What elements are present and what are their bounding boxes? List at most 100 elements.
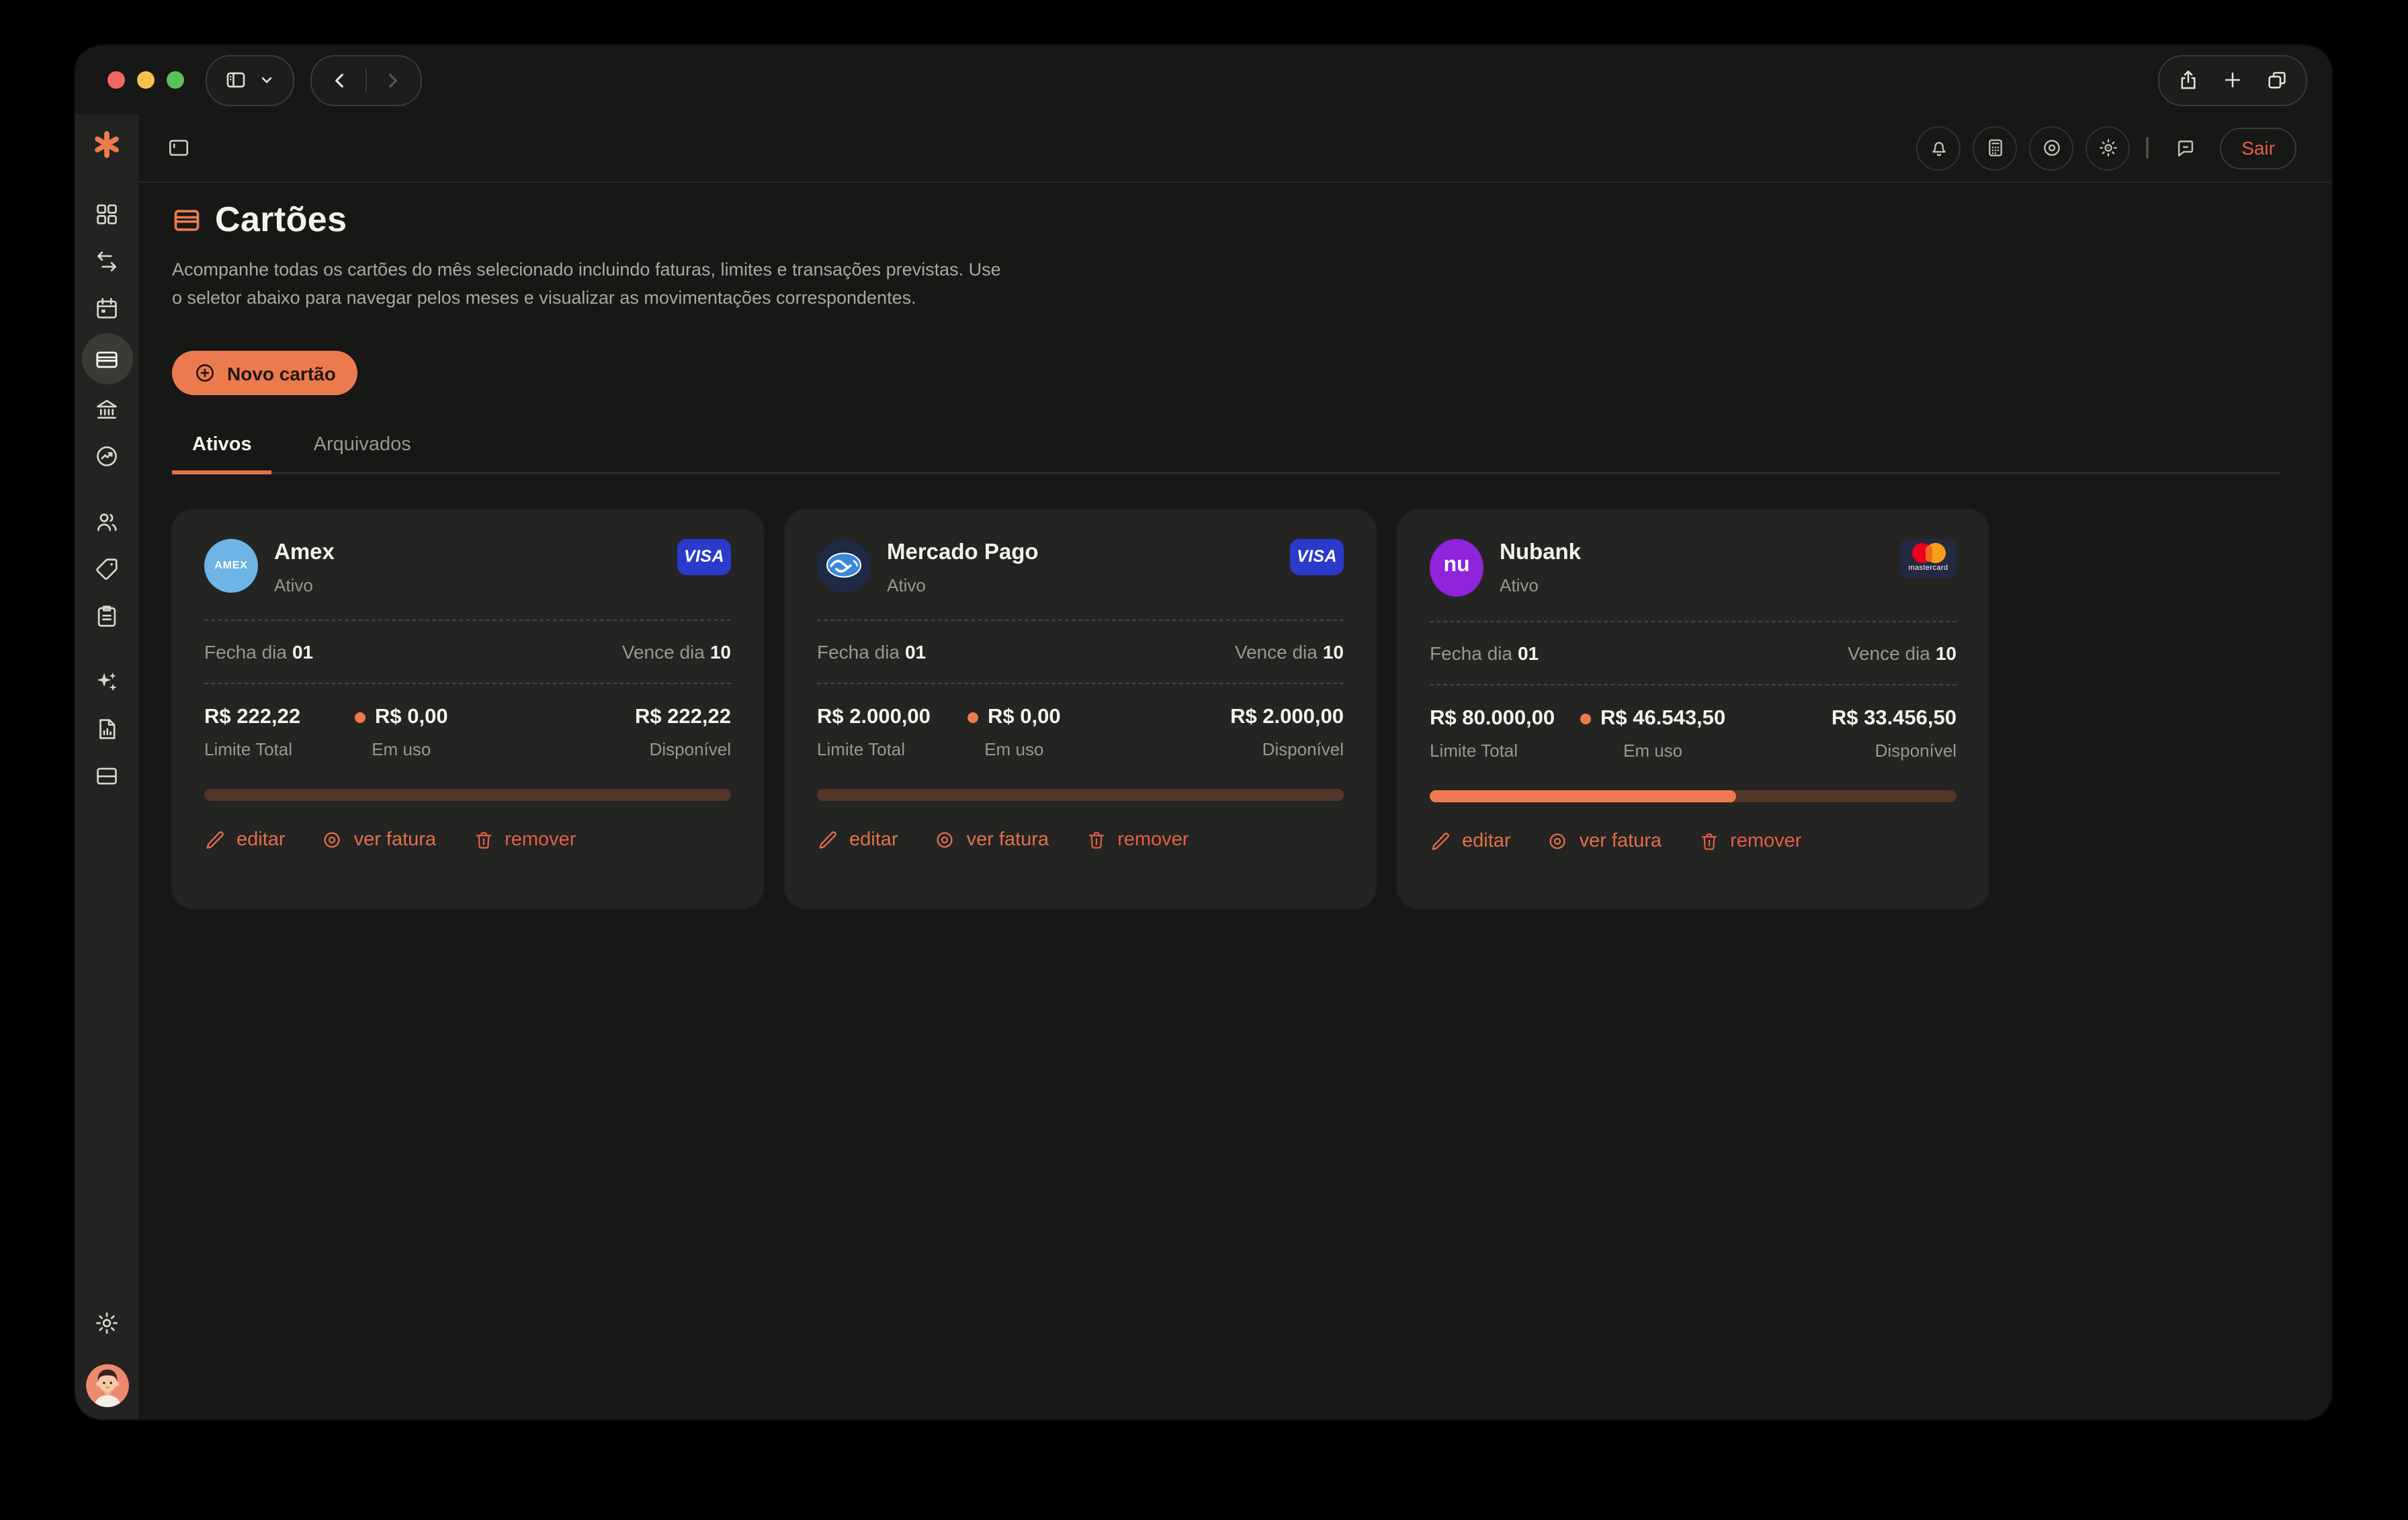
card-list: AMEX Amex Ativo VISA Fecha dia01 Vence d… (172, 509, 2280, 908)
sidebar-item-dashboard[interactable] (81, 191, 132, 238)
usage-progress-bar (204, 788, 731, 800)
card-stats: R$ 2.000,00 Limite Total R$ 0,00 Em uso … (817, 705, 1344, 759)
sidebar-item-cards[interactable] (81, 333, 132, 384)
share-button[interactable] (2177, 69, 2200, 91)
sidebar-item-ai-assistant[interactable] (81, 659, 132, 706)
settings-gear-icon[interactable] (81, 1300, 132, 1347)
card-header: Mercado Pago Ativo VISA (817, 538, 1344, 595)
card-actions: editar ver fatura remover (817, 829, 1344, 850)
minimize-window-button[interactable] (137, 71, 155, 89)
sidebar-item-planner[interactable] (81, 593, 132, 640)
amex-logo: AMEX (204, 538, 258, 592)
view-invoice-link[interactable]: ver fatura (322, 829, 437, 850)
in-use-dot (1580, 713, 1591, 724)
card-name: Mercado Pago (887, 540, 1039, 565)
sidebar-item-tags[interactable] (81, 546, 132, 593)
sidebar-item-banks[interactable] (81, 386, 132, 433)
usage-progress-bar (1430, 790, 1956, 802)
calculator-icon[interactable] (1973, 126, 2017, 170)
page-title: Cartões (215, 199, 347, 241)
titlebar (75, 46, 2331, 114)
circle-dot-icon (1547, 830, 1569, 851)
stat-in-use: R$ 46.543,50 Em uso (1580, 706, 1725, 760)
circle-dot-icon (935, 829, 956, 850)
credit-card-nubank: nu Nubank Ativo mastercard Fecha dia01 (1398, 509, 1989, 908)
panel-toggle-icon[interactable] (167, 136, 191, 160)
mercado-pago-logo (817, 538, 871, 592)
sidebar-bottom (81, 1300, 132, 1407)
pencil-icon (204, 829, 226, 850)
card-status: Ativo (887, 575, 1039, 595)
usage-progress-bar (817, 788, 1344, 800)
logout-button[interactable]: Sair (2220, 127, 2296, 169)
sidebar-item-performance[interactable] (81, 433, 132, 480)
new-card-button[interactable]: Novo cartão (172, 351, 357, 395)
new-tab-button[interactable] (2221, 69, 2244, 91)
privacy-eye-icon[interactable] (2029, 126, 2073, 170)
sidebar-toggle-icon (224, 69, 247, 91)
view-invoice-link[interactable]: ver fatura (1547, 830, 1662, 851)
sidebar-item-calendar[interactable] (81, 285, 132, 332)
sidebar-item-transactions[interactable] (81, 238, 132, 285)
close-window-button[interactable] (108, 71, 125, 89)
edit-card-link[interactable]: editar (1430, 830, 1511, 851)
notifications-bell-icon[interactable] (1916, 126, 1961, 170)
edit-card-link[interactable]: editar (817, 829, 898, 850)
stat-available: R$ 222,22 Disponível (635, 705, 731, 759)
stat-available: R$ 33.456,50 Disponível (1832, 706, 1956, 760)
plus-circle-icon (194, 362, 216, 384)
forward-button[interactable] (382, 69, 403, 91)
stat-limit: R$ 80.000,00 Limite Total (1430, 706, 1570, 760)
history-nav (310, 54, 422, 105)
tab-arquivados[interactable]: Arquivados (294, 434, 431, 471)
remove-card-link[interactable]: remover (1698, 830, 1801, 851)
chevron-down-icon (258, 71, 275, 89)
dashed-divider (817, 682, 1344, 683)
circle-dot-icon (322, 829, 343, 850)
sidebar-item-accounts[interactable] (81, 753, 132, 800)
remove-card-link[interactable]: remover (1085, 829, 1189, 850)
in-use-dot (968, 712, 978, 722)
remove-card-link[interactable]: remover (472, 829, 576, 850)
dashed-divider (204, 682, 731, 683)
credit-card-mercado-pago: Mercado Pago Ativo VISA Fecha dia01 Venc… (785, 509, 1376, 908)
stat-available: R$ 2.000,00 Disponível (1230, 705, 1344, 759)
card-actions: editar ver fatura remover (204, 829, 731, 850)
pencil-icon (1430, 830, 1451, 851)
sidebar-item-reports[interactable] (81, 706, 132, 753)
card-status: Ativo (274, 575, 335, 595)
back-button[interactable] (329, 69, 351, 91)
visa-badge: VISA (677, 538, 731, 575)
nav-divider (366, 68, 367, 92)
card-status: Ativo (1500, 575, 1581, 595)
pencil-icon (817, 829, 838, 850)
view-invoice-link[interactable]: ver fatura (935, 829, 1049, 850)
nubank-logo: nu (1430, 538, 1484, 596)
sidebar-item-users[interactable] (81, 499, 132, 546)
profile-avatar[interactable] (85, 1364, 128, 1407)
mastercard-badge: mastercard (1900, 538, 1956, 577)
card-header: nu Nubank Ativo mastercard (1430, 538, 1956, 596)
page-title-row: Cartões (172, 199, 2280, 241)
usage-progress-fill (1430, 790, 1736, 802)
dashed-divider (1430, 683, 1956, 685)
feedback-chat-icon[interactable] (2165, 127, 2206, 169)
header-divider (2146, 137, 2149, 159)
app-header: Sair (138, 114, 2331, 183)
app-logo-asterisk-icon (93, 130, 121, 159)
card-name: Amex (274, 540, 335, 565)
zoom-window-button[interactable] (167, 71, 184, 89)
desktop: Sair Cartões Acompanhe todas os cartões … (0, 0, 2408, 1520)
app-window: Sair Cartões Acompanhe todas os cartões … (75, 46, 2331, 1419)
sidebar-toggle-control[interactable] (206, 54, 294, 105)
tab-ativos[interactable]: Ativos (172, 434, 272, 474)
tabs: Ativos Arquivados (172, 434, 2280, 474)
copy-tabs-button[interactable] (2266, 69, 2288, 91)
sidebar (75, 114, 138, 1419)
credit-card-amex: AMEX Amex Ativo VISA Fecha dia01 Vence d… (172, 509, 763, 908)
theme-sun-icon[interactable] (2086, 126, 2130, 170)
mastercard-circles (1911, 543, 1945, 563)
page-description: Acompanhe todas os cartões do mês seleci… (172, 255, 1008, 312)
window-controls (2158, 54, 2307, 105)
edit-card-link[interactable]: editar (204, 829, 286, 850)
